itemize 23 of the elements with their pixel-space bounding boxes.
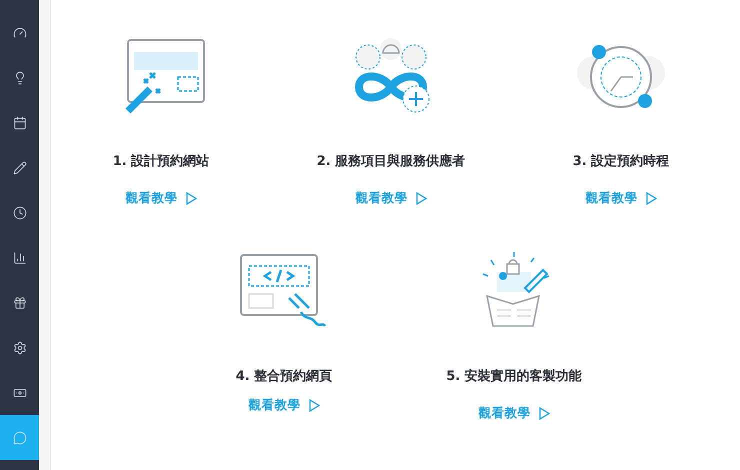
watch-tutorial-link[interactable]: 觀看教學 <box>478 405 550 422</box>
watch-tutorial-link[interactable]: 觀看教學 <box>356 190 426 207</box>
play-icon <box>538 407 550 420</box>
watch-tutorial-link[interactable]: 觀看教學 <box>248 397 320 414</box>
gauge-icon <box>12 26 26 40</box>
play-icon <box>186 192 196 205</box>
chat-icon <box>12 430 26 444</box>
pencil-icon <box>12 160 26 174</box>
gift-icon <box>12 296 26 310</box>
tutorial-title: 5. 安裝實用的客製功能 <box>446 368 582 385</box>
tutorial-title: 3. 設定預約時程 <box>572 152 670 170</box>
play-icon <box>308 399 320 412</box>
settings-icon <box>12 340 26 354</box>
play-icon <box>646 192 656 205</box>
play-icon <box>416 192 426 205</box>
tutorial-title: 2. 服務項目與服務供應者 <box>316 152 466 170</box>
tutorial-title: 4. 整合預約網頁 <box>236 368 332 385</box>
bar-chart-icon <box>12 250 26 264</box>
calendar-icon <box>12 116 26 130</box>
tutorial-title: 1. 設計預約網站 <box>112 152 210 170</box>
watch-tutorial-link[interactable]: 觀看教學 <box>586 190 656 207</box>
watch-tutorial-link[interactable]: 觀看教學 <box>126 190 196 207</box>
clock-icon <box>12 206 26 220</box>
